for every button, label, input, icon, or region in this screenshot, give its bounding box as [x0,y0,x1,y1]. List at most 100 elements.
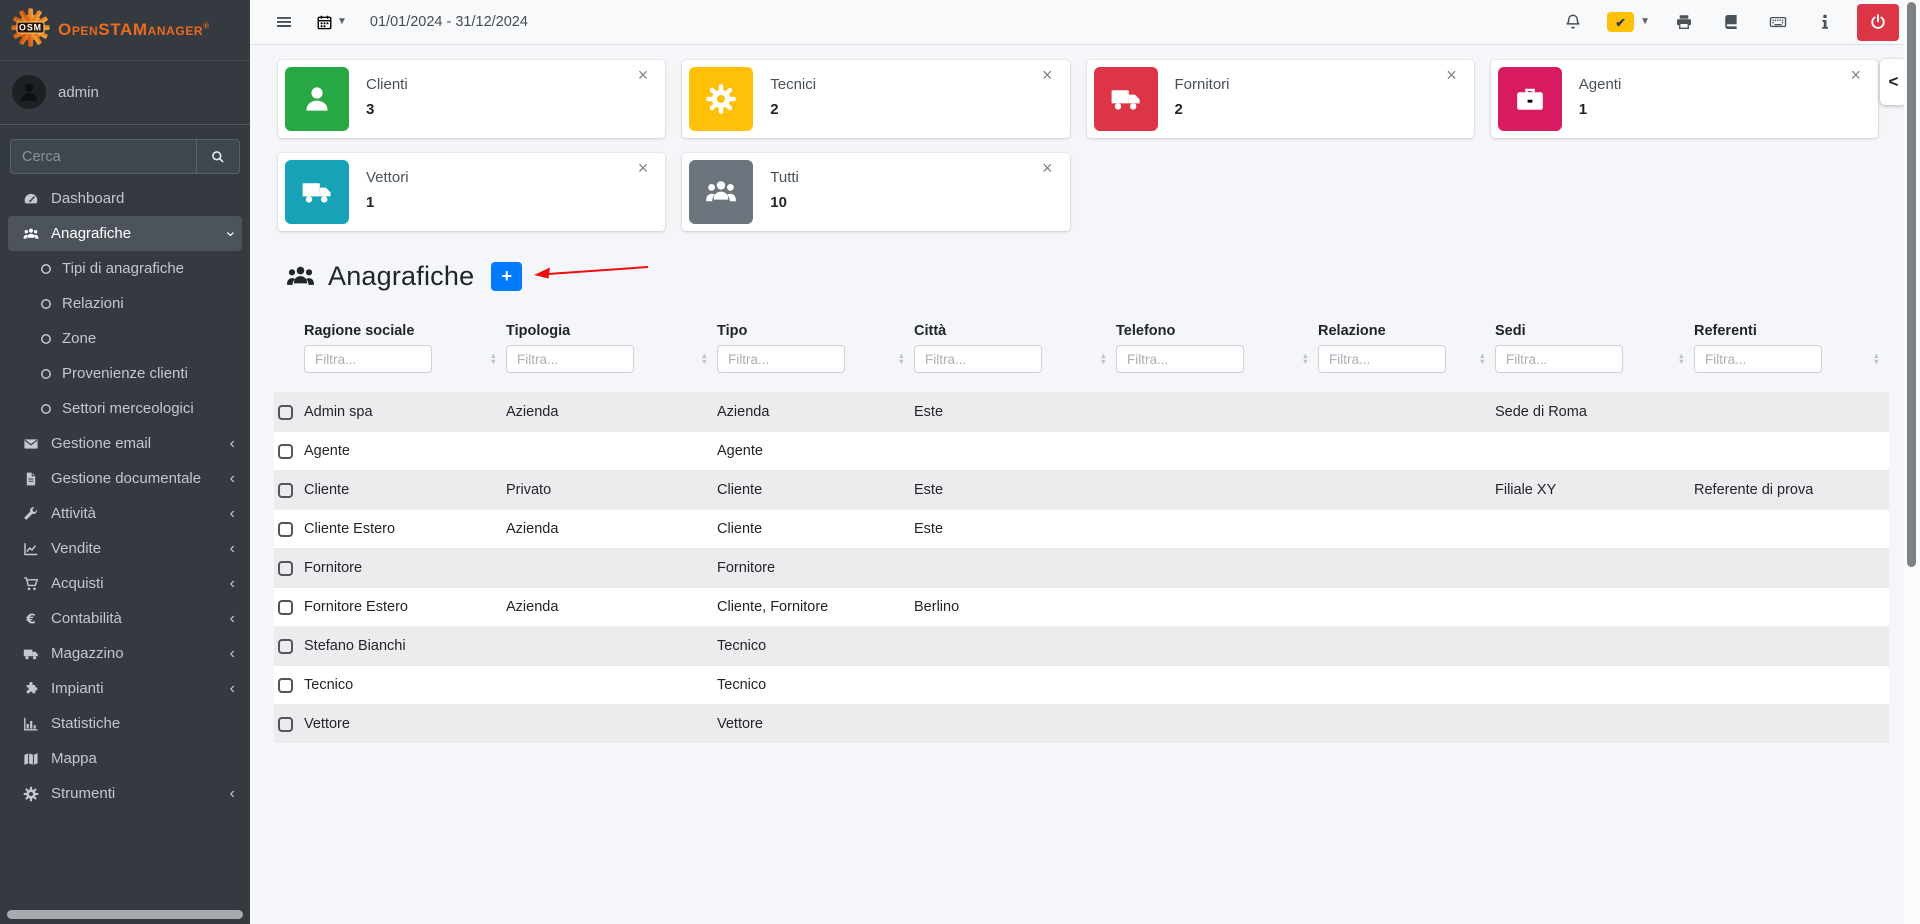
sidebar-item-vendite[interactable]: Vendite‹ [0,531,250,566]
sort-icon[interactable]: ▲▼ [1302,353,1309,366]
card-close-button[interactable]: × [632,65,655,85]
logout-button[interactable] [1857,4,1899,41]
row-checkbox[interactable] [278,639,293,654]
sidebar-item-dashboard[interactable]: Dashboard [0,181,250,216]
user-name[interactable]: admin [58,84,99,101]
column-header-relazione[interactable]: Relazione [1318,323,1495,345]
cell-tipo: Vettore [717,705,914,744]
cell-telefono [1116,588,1318,627]
widget-card-fornitori[interactable]: Fornitori2× [1087,60,1474,138]
row-checkbox[interactable] [278,717,293,732]
shortcuts-button[interactable] [1765,9,1791,35]
widget-card-agenti[interactable]: Agenti1× [1491,60,1878,138]
column-header-telefono[interactable]: Telefono [1116,323,1318,345]
card-close-button[interactable]: × [1036,65,1059,85]
sort-icon[interactable]: ▲▼ [701,353,708,366]
sidebar-item-strumenti[interactable]: Strumenti‹ [0,776,250,811]
sidebar-item-tipi-di-anagrafiche[interactable]: Tipi di anagrafiche [0,251,250,286]
widget-card-info: Clienti3 [366,67,408,131]
table-row-tecnico[interactable]: TecnicoTecnico [274,666,1889,705]
filter-input-tipologia[interactable] [506,345,634,373]
table-row-cliente[interactable]: ClientePrivatoClienteEsteFiliale XYRefer… [274,471,1889,510]
card-close-button[interactable]: × [1844,65,1867,85]
sidebar-item-attivita[interactable]: Attività‹ [0,496,250,531]
search-button[interactable] [196,140,239,173]
row-checkbox[interactable] [278,444,293,459]
period-picker-button[interactable]: ▼ [316,14,347,31]
status-dropdown-button[interactable]: ✔ ▼ [1607,12,1650,32]
filter-input-citta[interactable] [914,345,1042,373]
card-close-button[interactable]: × [632,158,655,178]
sidebar-item-impianti[interactable]: Impianti‹ [0,671,250,706]
filter-input-telefono[interactable] [1116,345,1244,373]
table-row-agente[interactable]: AgenteAgente [274,432,1889,471]
filter-input-relazione[interactable] [1318,345,1446,373]
card-close-button[interactable]: × [1036,158,1059,178]
sidebar-item-contabilita[interactable]: €Contabilità‹ [0,601,250,636]
print-button[interactable] [1671,9,1697,35]
sort-icon[interactable]: ▲▼ [898,353,905,366]
column-header-citta[interactable]: Città [914,323,1116,345]
column-header-ragione-sociale[interactable]: Ragione sociale [304,323,506,345]
sidebar-horizontal-scrollbar[interactable] [7,910,243,919]
info-button[interactable] [1812,9,1838,35]
cell-citta [914,627,1116,666]
circle-icon [38,263,53,275]
row-checkbox[interactable] [278,522,293,537]
sidebar-item-zone[interactable]: Zone [0,321,250,356]
filter-input-tipo[interactable] [717,345,845,373]
notifications-button[interactable] [1560,9,1586,35]
widgets-collapse-button[interactable]: < [1880,59,1907,105]
sidebar-item-relazioni[interactable]: Relazioni [0,286,250,321]
widget-card-vettori[interactable]: Vettori1× [278,153,665,231]
filter-input-referenti[interactable] [1694,345,1822,373]
column-header-tipologia[interactable]: Tipologia [506,323,717,345]
sort-icon[interactable]: ▲▼ [1873,353,1880,366]
table-row-cliente-estero[interactable]: Cliente EsteroAziendaClienteEste [274,510,1889,549]
column-header-tipo[interactable]: Tipo [717,323,914,345]
sort-icon[interactable]: ▲▼ [1479,353,1486,366]
cell-tipologia [506,705,717,744]
row-checkbox[interactable] [278,483,293,498]
table-row-admin-spa[interactable]: Admin spaAziendaAziendaEsteSede di Roma [274,393,1889,432]
column-header-referenti[interactable]: Referenti [1694,323,1889,345]
sidebar-item-settori-merceologici[interactable]: Settori merceologici [0,391,250,426]
filter-input-sedi[interactable] [1495,345,1623,373]
add-record-button[interactable]: + [491,262,522,291]
sidebar-item-acquisti[interactable]: Acquisti‹ [0,566,250,601]
widget-card-info: Tecnici2 [770,67,816,131]
table-row-vettore[interactable]: VettoreVettore [274,705,1889,744]
sidebar-item-statistiche[interactable]: Statistiche [0,706,250,741]
card-close-button[interactable]: × [1440,65,1463,85]
sidebar-item-gestione-email[interactable]: Gestione email‹ [0,426,250,461]
row-checkbox[interactable] [278,405,293,420]
brand-link[interactable]: OSM OpenSTAManager® [0,0,250,61]
cell-relazione [1318,666,1495,705]
table-row-fornitore-estero[interactable]: Fornitore EsteroAziendaCliente, Fornitor… [274,588,1889,627]
search-input[interactable] [11,140,196,173]
sidebar-item-anagrafiche[interactable]: Anagrafiche‹ [8,216,242,251]
filter-input-ragione-sociale[interactable] [304,345,432,373]
sort-icon[interactable]: ▲▼ [1678,353,1685,366]
table-row-stefano-bianchi[interactable]: Stefano BianchiTecnico [274,627,1889,666]
sidebar-item-magazzino[interactable]: Magazzino‹ [0,636,250,671]
page-scrollbar-thumb[interactable] [1907,2,1916,567]
widget-card-clienti[interactable]: Clienti3 × [278,60,665,138]
sidebar-item-gestione-documentale[interactable]: Gestione documentale‹ [0,461,250,496]
map-icon [20,751,42,767]
row-checkbox[interactable] [278,600,293,615]
widget-card-tecnici[interactable]: Tecnici2 × [682,60,1069,138]
sidebar-item-provenienze-clienti[interactable]: Provenienze clienti [0,356,250,391]
row-checkbox[interactable] [278,678,293,693]
table-row-fornitore[interactable]: FornitoreFornitore [274,549,1889,588]
sort-icon[interactable]: ▲▼ [490,353,497,366]
cell-sedi [1495,432,1694,471]
sort-icon[interactable]: ▲▼ [1100,353,1107,366]
column-header-sedi[interactable]: Sedi [1495,323,1694,345]
docs-button[interactable] [1718,9,1744,35]
sidebar-toggle-button[interactable] [271,9,297,35]
date-range-label[interactable]: 01/01/2024 - 31/12/2024 [370,14,528,30]
sidebar-item-mappa[interactable]: Mappa [0,741,250,776]
row-checkbox[interactable] [278,561,293,576]
widget-card-tutti[interactable]: Tutti10× [682,153,1069,231]
